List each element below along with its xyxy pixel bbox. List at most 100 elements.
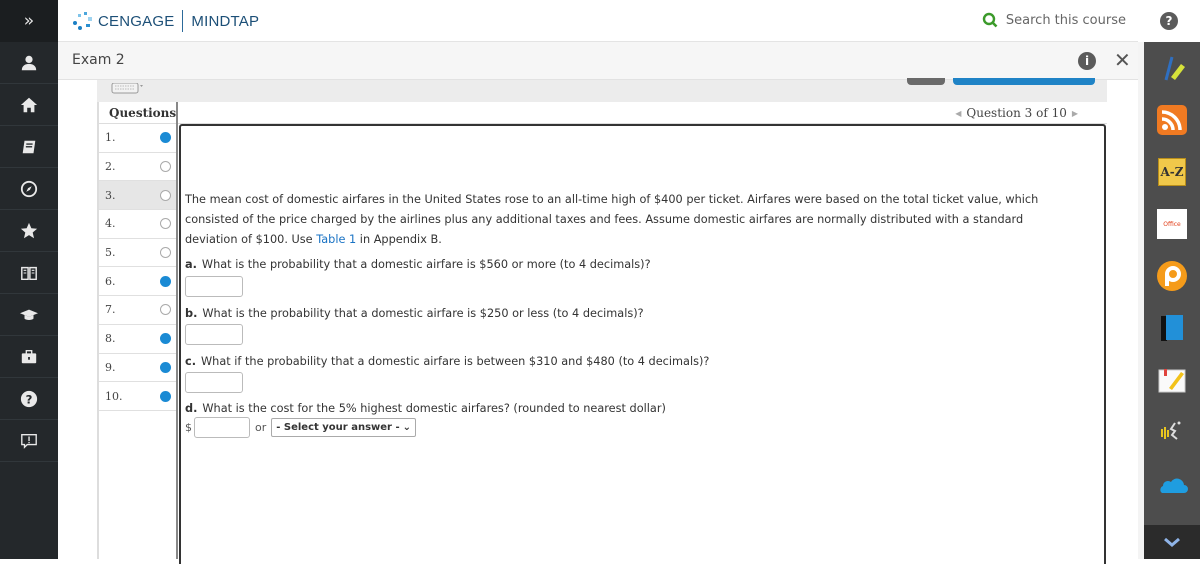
question-item[interactable]: 5. bbox=[99, 239, 176, 268]
nav-favorites[interactable] bbox=[0, 210, 58, 252]
read-aloud-icon bbox=[1161, 421, 1181, 440]
nav-courses[interactable] bbox=[0, 294, 58, 336]
nav-feedback[interactable] bbox=[0, 420, 58, 462]
info-button[interactable]: i bbox=[1078, 52, 1096, 70]
part-b-prompt: b. What is the probability that a domesti… bbox=[185, 307, 644, 320]
feedback-icon bbox=[21, 433, 37, 449]
help-icon: ? bbox=[20, 390, 38, 407]
question-item[interactable]: 2. bbox=[99, 153, 176, 182]
part-c-answer-input[interactable] bbox=[185, 372, 243, 393]
question-pager: ◀ Question 3 of 10 ▶ bbox=[950, 106, 1083, 120]
logo-divider bbox=[182, 10, 184, 32]
close-button[interactable]: ✕ bbox=[1114, 48, 1131, 72]
dock-rss[interactable] bbox=[1144, 94, 1200, 146]
answered-indicator bbox=[160, 390, 171, 402]
dock-more-button[interactable] bbox=[1144, 525, 1200, 559]
double-chevron-right-icon: » bbox=[23, 11, 35, 31]
help-button[interactable]: ? bbox=[1138, 0, 1200, 42]
or-label: or bbox=[255, 421, 267, 434]
highlighter-icon bbox=[1164, 56, 1185, 81]
answered-indicator bbox=[160, 361, 171, 373]
part-a-answer-input[interactable] bbox=[185, 276, 243, 297]
question-list-header: Questions bbox=[99, 102, 176, 124]
nav-ebook[interactable] bbox=[0, 252, 58, 294]
dock-highlighter[interactable] bbox=[1144, 42, 1200, 94]
unanswered-indicator bbox=[160, 304, 171, 316]
part-d-select[interactable]: - Select your answer - ⌄ bbox=[271, 418, 416, 437]
question-item[interactable]: 4. bbox=[99, 210, 176, 239]
table-1-link[interactable]: Table 1 bbox=[316, 233, 356, 246]
answered-indicator bbox=[160, 275, 171, 287]
answered-indicator bbox=[160, 333, 171, 345]
part-d-answer-input[interactable] bbox=[194, 417, 250, 438]
course-search[interactable]: Search this course bbox=[982, 12, 1126, 28]
dock-onedrive[interactable] bbox=[1144, 458, 1200, 510]
part-a-prompt: a. What is the probability that a domesti… bbox=[185, 258, 651, 271]
notes-icon bbox=[1158, 369, 1186, 393]
open-book-icon bbox=[21, 266, 37, 280]
question-item[interactable]: 8. bbox=[99, 325, 176, 354]
cengage-logo[interactable]: CENGAGE MINDTAP bbox=[72, 10, 259, 32]
chevron-down-icon bbox=[1164, 537, 1180, 547]
unanswered-indicator bbox=[160, 161, 171, 173]
nav-compass[interactable] bbox=[0, 168, 58, 210]
cengage-logo-icon bbox=[73, 12, 92, 30]
question-item[interactable]: 1. bbox=[99, 124, 176, 153]
question-item[interactable]: 7. bbox=[99, 296, 176, 325]
activity-title: Exam 2 bbox=[72, 52, 125, 68]
dock-office[interactable]: Office bbox=[1144, 198, 1200, 250]
primary-action-button[interactable] bbox=[953, 78, 1095, 85]
expand-nav-button[interactable]: » bbox=[0, 0, 58, 42]
brand-name: CENGAGE bbox=[98, 12, 175, 30]
dock-pearson[interactable] bbox=[1144, 250, 1200, 302]
search-icon bbox=[982, 12, 998, 28]
app-dock: A-Z Office bbox=[1138, 42, 1200, 559]
dock-glossary[interactable]: A-Z bbox=[1144, 146, 1200, 198]
dock-ebook[interactable] bbox=[1144, 302, 1200, 354]
info-icon: i bbox=[1078, 52, 1096, 70]
secondary-action-button[interactable] bbox=[907, 78, 945, 85]
office-icon: Office bbox=[1157, 209, 1187, 239]
unanswered-indicator bbox=[160, 189, 171, 201]
close-icon: ✕ bbox=[1114, 48, 1131, 72]
part-b-answer-input[interactable] bbox=[185, 324, 243, 345]
question-item[interactable]: 9. bbox=[99, 354, 176, 383]
question-content: The mean cost of domestic airfares in th… bbox=[179, 124, 1106, 564]
nav-help[interactable]: ? bbox=[0, 378, 58, 420]
part-d-answer-row: $ or - Select your answer - ⌄ bbox=[185, 417, 416, 438]
onedrive-icon bbox=[1160, 478, 1188, 493]
keyboard-menu-button[interactable] bbox=[111, 80, 147, 99]
pearson-icon bbox=[1157, 261, 1187, 291]
question-list: Questions 1. 2. 3. 4. 5. 6. 7. 8. 9. 10. bbox=[97, 102, 178, 559]
star-icon bbox=[20, 222, 38, 238]
question-item[interactable]: 10. bbox=[99, 382, 176, 411]
question-item-current[interactable]: 3. bbox=[99, 181, 176, 211]
prev-question-icon[interactable]: ◀ bbox=[955, 109, 961, 118]
part-c-prompt: c. What if the probability that a domesti… bbox=[185, 355, 710, 368]
assignment-toolbar bbox=[97, 78, 1107, 102]
nav-career[interactable] bbox=[0, 336, 58, 378]
rss-icon bbox=[1157, 105, 1187, 135]
nav-book[interactable] bbox=[0, 126, 58, 168]
unanswered-indicator bbox=[160, 218, 171, 230]
question-stem: The mean cost of domestic airfares in th… bbox=[185, 193, 1039, 246]
activity-header: Exam 2 i ✕ bbox=[58, 42, 1138, 80]
exam-main: Questions 1. 2. 3. 4. 5. 6. 7. 8. 9. 10.… bbox=[97, 102, 1107, 564]
svg-text:?: ? bbox=[26, 392, 33, 406]
next-question-icon[interactable]: ▶ bbox=[1072, 109, 1078, 118]
question-item[interactable]: 6. bbox=[99, 267, 176, 297]
nav-profile[interactable] bbox=[0, 42, 58, 84]
part-d-prompt: d. What is the cost for the 5% highest do… bbox=[185, 402, 666, 415]
dock-notes[interactable] bbox=[1144, 354, 1200, 406]
ebook-icon bbox=[1161, 315, 1183, 341]
glossary-az-icon: A-Z bbox=[1158, 158, 1186, 186]
compass-icon bbox=[20, 180, 38, 197]
question-nav-bar: ◀ Question 3 of 10 ▶ bbox=[178, 102, 1107, 124]
dock-read-aloud[interactable] bbox=[1144, 406, 1200, 458]
question-position: Question 3 of 10 bbox=[966, 106, 1067, 120]
nav-home[interactable] bbox=[0, 84, 58, 126]
left-nav: » ? bbox=[0, 0, 58, 559]
search-label: Search this course bbox=[1005, 12, 1126, 28]
home-icon bbox=[20, 97, 38, 112]
keyboard-icon bbox=[111, 82, 143, 94]
